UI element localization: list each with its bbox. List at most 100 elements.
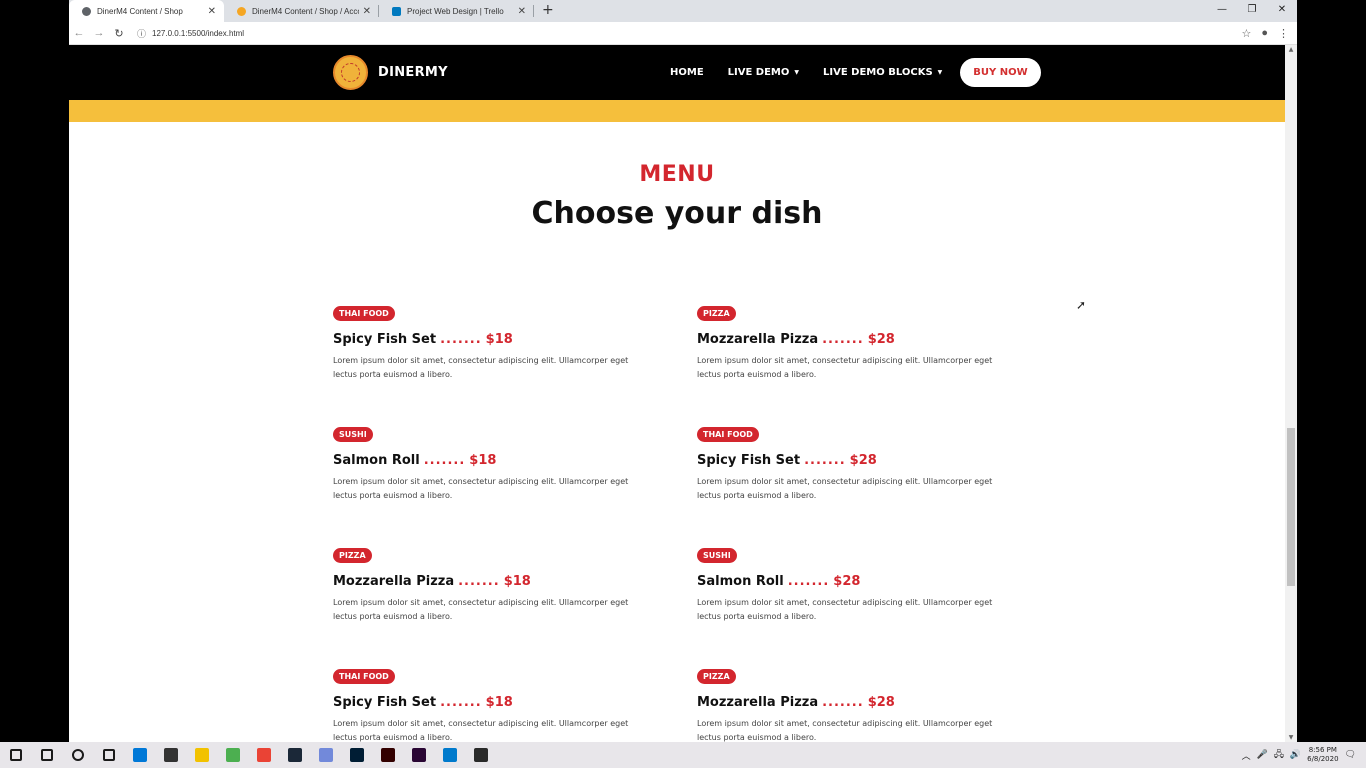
- menu-item: PIZZA Mozzarella Pizza....... $28 Lorem ips…: [697, 301, 1033, 384]
- premiere-icon[interactable]: [403, 742, 434, 768]
- scroll-up-icon[interactable]: ▲: [1285, 46, 1297, 53]
- dish-dots: .......: [440, 695, 482, 710]
- discord-icon[interactable]: [310, 742, 341, 768]
- edge-icon[interactable]: [124, 742, 155, 768]
- menu-item: THAI FOOD Spicy Fish Set....... $18 Lorem i…: [333, 664, 697, 742]
- caret-down-icon: ▼: [794, 69, 800, 76]
- dish-dots: .......: [440, 332, 482, 347]
- info-icon[interactable]: ⓘ: [137, 27, 146, 40]
- yellow-band: [69, 100, 1285, 122]
- dish-name: Mozzarella Pizza: [697, 695, 819, 710]
- network-icon[interactable]: 🖧: [1274, 747, 1284, 763]
- dish-title[interactable]: Salmon Roll....... $28: [697, 574, 1033, 589]
- close-icon[interactable]: ✕: [208, 6, 216, 17]
- dish-title[interactable]: Mozzarella Pizza....... $28: [697, 695, 1033, 710]
- menu-item: SUSHI Salmon Roll....... $18 Lorem ipsum do…: [333, 422, 697, 505]
- search-icon[interactable]: [31, 742, 62, 768]
- forward-icon[interactable]: →: [89, 27, 109, 39]
- menu-item: THAI FOOD Spicy Fish Set....... $28 Lorem i…: [697, 422, 1033, 505]
- new-tab-button[interactable]: +: [542, 0, 554, 22]
- mouse-cursor-icon: ➚: [1076, 298, 1087, 312]
- dish-dots: .......: [423, 453, 466, 468]
- star-icon[interactable]: ☆: [1241, 27, 1251, 40]
- windows-taskbar: ︿ 🎤 🖧 🔊 8:56 PM 6/8/2020 🗨: [0, 742, 1366, 768]
- clock[interactable]: 8:56 PM 6/8/2020: [1307, 746, 1338, 764]
- logo-text: DINERMY: [378, 65, 448, 80]
- close-window-icon[interactable]: ✕: [1267, 0, 1297, 22]
- tab-trello[interactable]: Project Web Design | Trello ✕: [379, 0, 534, 22]
- site-logo[interactable]: DINERMY: [333, 55, 448, 90]
- system-tray: ︿ 🎤 🖧 🔊 8:56 PM 6/8/2020 🗨: [1242, 746, 1366, 764]
- page-scrollbar[interactable]: ▲ ▼: [1285, 45, 1297, 742]
- section-headline: Choose your dish: [531, 196, 823, 231]
- store-icon[interactable]: [155, 742, 186, 768]
- more-menu-icon[interactable]: ⋮: [1278, 27, 1289, 40]
- dish-title[interactable]: Spicy Fish Set....... $28: [697, 453, 1033, 468]
- close-icon[interactable]: ✕: [518, 6, 526, 17]
- windows-start-icon[interactable]: [0, 742, 31, 768]
- dish-name: Mozzarella Pizza: [697, 332, 819, 347]
- tray-chevron-icon[interactable]: ︿: [1242, 749, 1251, 762]
- menu-item: THAI FOOD Spicy Fish Set....... $18 Lorem i…: [333, 301, 697, 384]
- nav-live-demo-blocks[interactable]: LIVE DEMO BLOCKS ▼: [823, 67, 942, 78]
- dish-price: $18: [469, 453, 497, 468]
- dish-title[interactable]: Spicy Fish Set....... $18: [333, 695, 697, 710]
- profile-icon[interactable]: ●: [1261, 27, 1268, 40]
- photoshop-icon[interactable]: [341, 742, 372, 768]
- task-view-icon[interactable]: [93, 742, 124, 768]
- close-icon[interactable]: ✕: [363, 6, 371, 17]
- dish-description: Lorem ipsum dolor sit amet, consectetur …: [333, 356, 629, 379]
- category-tag: THAI FOOD: [697, 427, 759, 442]
- tab-dinerm4-account[interactable]: DinerM4 Content / Shop / Accou ✕: [224, 0, 379, 22]
- dish-title[interactable]: Salmon Roll....... $18: [333, 453, 697, 468]
- clock-time: 8:56 PM: [1308, 746, 1337, 754]
- dish-price: $28: [867, 695, 895, 710]
- url-field[interactable]: ⓘ 127.0.0.1:5500/index.html: [137, 27, 1241, 40]
- notification-icon[interactable]: 🗨: [1345, 750, 1356, 760]
- steam-icon[interactable]: [279, 742, 310, 768]
- volume-icon[interactable]: 🔊: [1290, 750, 1301, 760]
- file-explorer-icon[interactable]: [186, 742, 217, 768]
- main-menu: HOME LIVE DEMO ▼ LIVE DEMO BLOCKS ▼ BUY NO…: [670, 45, 1041, 100]
- web-page: DINERMY HOME LIVE DEMO ▼ LIVE DEMO BLOCKS…: [69, 45, 1285, 742]
- toolbar-right: ☆ ● ⋮: [1241, 27, 1289, 40]
- nav-live-demo[interactable]: LIVE DEMO ▼: [728, 67, 799, 78]
- scroll-down-icon[interactable]: ▼: [1285, 734, 1297, 741]
- dish-title[interactable]: Spicy Fish Set....... $18: [333, 332, 697, 347]
- buy-now-button[interactable]: BUY NOW: [960, 58, 1041, 87]
- tab-title: Project Web Design | Trello: [407, 6, 504, 16]
- chrome-icon[interactable]: [248, 742, 279, 768]
- nav-home[interactable]: HOME: [670, 67, 704, 78]
- microphone-icon[interactable]: 🎤: [1257, 750, 1268, 760]
- url-text: 127.0.0.1:5500/index.html: [152, 28, 245, 38]
- dish-description: Lorem ipsum dolor sit amet, consectetur …: [333, 477, 629, 500]
- category-tag: THAI FOOD: [333, 306, 395, 321]
- restore-icon[interactable]: ❐: [1237, 0, 1267, 22]
- tab-title: DinerM4 Content / Shop / Accou: [252, 6, 359, 16]
- menu-item: PIZZA Mozzarella Pizza....... $18 Lorem ips…: [333, 543, 697, 626]
- dish-dots: .......: [822, 695, 864, 710]
- category-tag: PIZZA: [697, 306, 736, 321]
- dish-name: Spicy Fish Set: [697, 453, 801, 468]
- dish-price: $18: [485, 332, 513, 347]
- minimize-icon[interactable]: —: [1207, 0, 1237, 22]
- category-tag: PIZZA: [333, 548, 372, 563]
- cortana-icon[interactable]: [62, 742, 93, 768]
- menu-item: SUSHI Salmon Roll....... $28 Lorem ipsum do…: [697, 543, 1033, 626]
- illustrator-icon[interactable]: [372, 742, 403, 768]
- back-icon[interactable]: ←: [69, 27, 89, 39]
- epic-games-icon[interactable]: [465, 742, 496, 768]
- scrollbar-thumb[interactable]: [1287, 428, 1295, 586]
- tab-dinerm4-shop[interactable]: DinerM4 Content / Shop ✕: [69, 0, 224, 22]
- dish-title[interactable]: Mozzarella Pizza....... $28: [697, 332, 1033, 347]
- dish-title[interactable]: Mozzarella Pizza....... $18: [333, 574, 697, 589]
- utorrent-icon[interactable]: [217, 742, 248, 768]
- vscode-icon[interactable]: [434, 742, 465, 768]
- nav-live-demo-label: LIVE DEMO: [727, 67, 790, 78]
- menu-grid: THAI FOOD Spicy Fish Set....... $18 Lorem i…: [333, 301, 1033, 742]
- dish-price: $28: [867, 332, 895, 347]
- dish-dots: .......: [458, 574, 500, 589]
- dish-price: $28: [833, 574, 861, 589]
- reload-icon[interactable]: ↻: [109, 27, 129, 40]
- dish-name: Spicy Fish Set: [333, 695, 437, 710]
